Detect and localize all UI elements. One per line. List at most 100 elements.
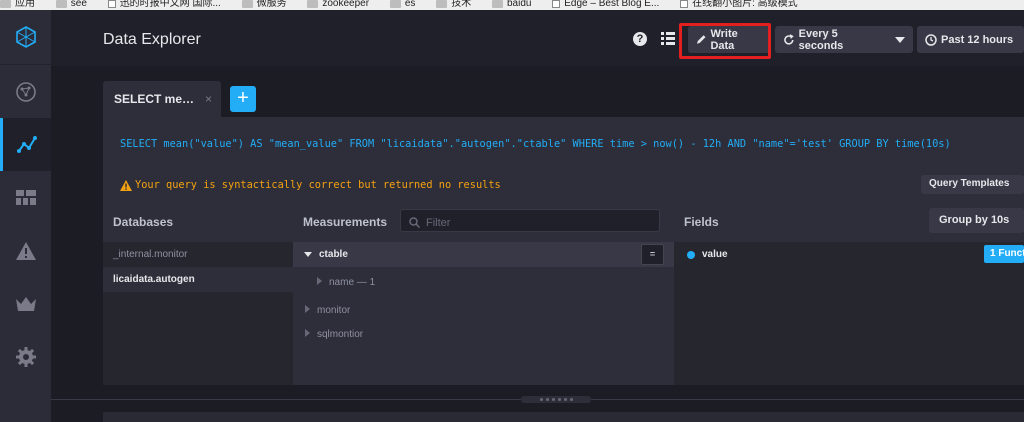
list-icon[interactable] — [661, 32, 675, 45]
auto-refresh-label: Every 5 seconds — [798, 27, 844, 52]
help-icon[interactable]: ? — [633, 32, 647, 46]
drag-handle-icon[interactable] — [521, 396, 591, 403]
measurement-label: sqlmontior — [317, 329, 364, 340]
alert-icon — [15, 241, 36, 260]
bookmark-item[interactable]: Edge – Best Blog E... — [552, 0, 660, 9]
measurement-row-label: monitor — [305, 305, 350, 316]
bookmark-item[interactable]: zookeeper — [307, 0, 369, 9]
refresh-icon — [784, 33, 794, 45]
database-item[interactable]: _internal.monitor — [103, 242, 293, 267]
filter-placeholder: Filter — [426, 216, 451, 229]
bookmark-item[interactable]: 应用 — [0, 0, 35, 9]
bookmark-label: 微服务 — [256, 0, 287, 9]
databases-list: _internal.monitor licaidata.autogen — [103, 242, 293, 385]
dashboard-icon — [15, 189, 36, 205]
query-editor[interactable]: SELECT mean("value") AS "mean_value" FRO… — [103, 117, 1024, 199]
measurement-item[interactable]: sqlmontior — [293, 321, 674, 346]
measurement-item[interactable]: ctable = — [293, 242, 674, 267]
sidebar-item-admin[interactable] — [0, 277, 51, 330]
write-data-highlight — [679, 23, 771, 59]
folder-icon — [491, 0, 503, 8]
sidebar-item-settings[interactable] — [0, 330, 51, 383]
gear-icon — [15, 346, 36, 367]
caret-right-icon — [305, 329, 310, 337]
measurement-row-label: ctable — [304, 249, 348, 260]
tag-item[interactable]: name — 1 — [293, 269, 674, 294]
graph-icon — [17, 135, 37, 153]
sidebar-item-dashboards[interactable] — [0, 171, 51, 224]
sidebar — [0, 10, 51, 422]
close-icon[interactable]: × — [205, 92, 212, 106]
time-range-label: Past 12 hours — [941, 33, 1014, 46]
group-by-dropdown[interactable]: Group by 10s — [929, 208, 1024, 233]
page-header: Data Explorer ? Write Data Every 5 secon… — [51, 10, 1024, 66]
measurements-list: ctable = name — 1 monitor sqlmontior — [293, 242, 674, 385]
tag-row-label: name — 1 — [317, 277, 375, 288]
search-icon — [409, 217, 420, 228]
field-selected-dot — [687, 251, 695, 259]
fields-list: value 1 Function — [674, 242, 1024, 385]
bookmark-item[interactable]: 迅的时报中文网 国际... — [107, 0, 221, 9]
databases-heading: Databases — [113, 215, 174, 229]
bookmark-label: see — [70, 0, 87, 9]
folder-icon — [307, 0, 319, 8]
time-range-dropdown[interactable]: Past 12 hours — [917, 26, 1024, 53]
caret-right-icon — [317, 277, 322, 285]
bookmark-item[interactable]: baidu — [491, 0, 532, 9]
query-warning: Your query is syntactically correct but … — [135, 179, 501, 191]
fields-heading: Fields — [684, 215, 719, 229]
add-query-button[interactable]: + — [230, 86, 256, 112]
page-icon — [552, 0, 561, 8]
field-label: value — [702, 249, 728, 260]
measurement-row-label: sqlmontior — [305, 329, 363, 340]
tag-toggle-button[interactable]: = — [641, 244, 664, 265]
measurement-label: monitor — [317, 305, 351, 316]
caret-down-icon — [304, 252, 312, 257]
sidebar-item-data-explorer[interactable] — [0, 118, 51, 171]
query-tabs: SELECT me… × + — [103, 81, 1024, 117]
bookmark-item[interactable]: es — [389, 0, 416, 9]
query-tab[interactable]: SELECT me… × — [103, 81, 221, 117]
measurement-label: ctable — [319, 249, 348, 260]
query-templates-button[interactable]: Query Templates — [921, 175, 1024, 194]
influx-logo-icon — [15, 26, 36, 48]
influx-logo[interactable] — [0, 10, 51, 65]
folder-icon — [389, 0, 401, 8]
auto-refresh-dropdown[interactable]: Every 5 seconds — [775, 26, 913, 53]
bookmark-item[interactable]: 微服务 — [241, 0, 287, 9]
schema-explorer: Databases Measurements Filter Fields Gro… — [103, 199, 1024, 385]
measurements-heading: Measurements — [303, 215, 388, 229]
function-button[interactable]: 1 Function — [984, 245, 1024, 263]
sidebar-item-status[interactable] — [0, 65, 51, 118]
caret-right-icon — [305, 305, 310, 313]
sidebar-item-alerting[interactable] — [0, 224, 51, 277]
bookmarks-bar: 应用 see 迅的时报中文网 国际... 微服务 zookeeper es 技术… — [0, 0, 1024, 10]
bookmark-label: Edge – Best Blog E... — [564, 0, 660, 9]
clock-icon — [925, 33, 937, 46]
measurement-item[interactable]: monitor — [293, 297, 674, 322]
database-item-selected[interactable]: licaidata.autogen — [103, 267, 293, 292]
chevron-down-icon — [895, 36, 905, 43]
bookmark-label: 迅的时报中文网 国际... — [119, 0, 221, 9]
bookmark-label: 应用 — [15, 0, 35, 9]
page-icon — [680, 0, 689, 8]
bookmark-item[interactable]: see — [55, 0, 87, 9]
bookmark-item[interactable]: 在线翻小图片: 高级模式 — [680, 0, 798, 9]
query-tab-label: SELECT me… — [114, 92, 195, 106]
measurements-filter-input[interactable]: Filter — [400, 209, 660, 232]
field-item[interactable]: value 1 Function — [674, 242, 1024, 267]
warning-icon — [120, 180, 132, 191]
bookmark-item[interactable]: 技术 — [436, 0, 472, 9]
folder-icon — [55, 0, 67, 8]
bookmark-label: 技术 — [451, 0, 472, 9]
folder-icon — [436, 0, 448, 8]
resize-divider[interactable] — [51, 395, 1024, 405]
query-text[interactable]: SELECT mean("value") AS "mean_value" FRO… — [120, 138, 951, 150]
folder-icon — [241, 0, 253, 8]
visualization-panel — [103, 412, 1024, 422]
bookmark-label: baidu — [506, 0, 532, 9]
page-icon — [107, 0, 116, 8]
page-title: Data Explorer — [103, 31, 201, 48]
globe-icon — [15, 81, 36, 102]
bookmark-label: es — [404, 0, 416, 9]
